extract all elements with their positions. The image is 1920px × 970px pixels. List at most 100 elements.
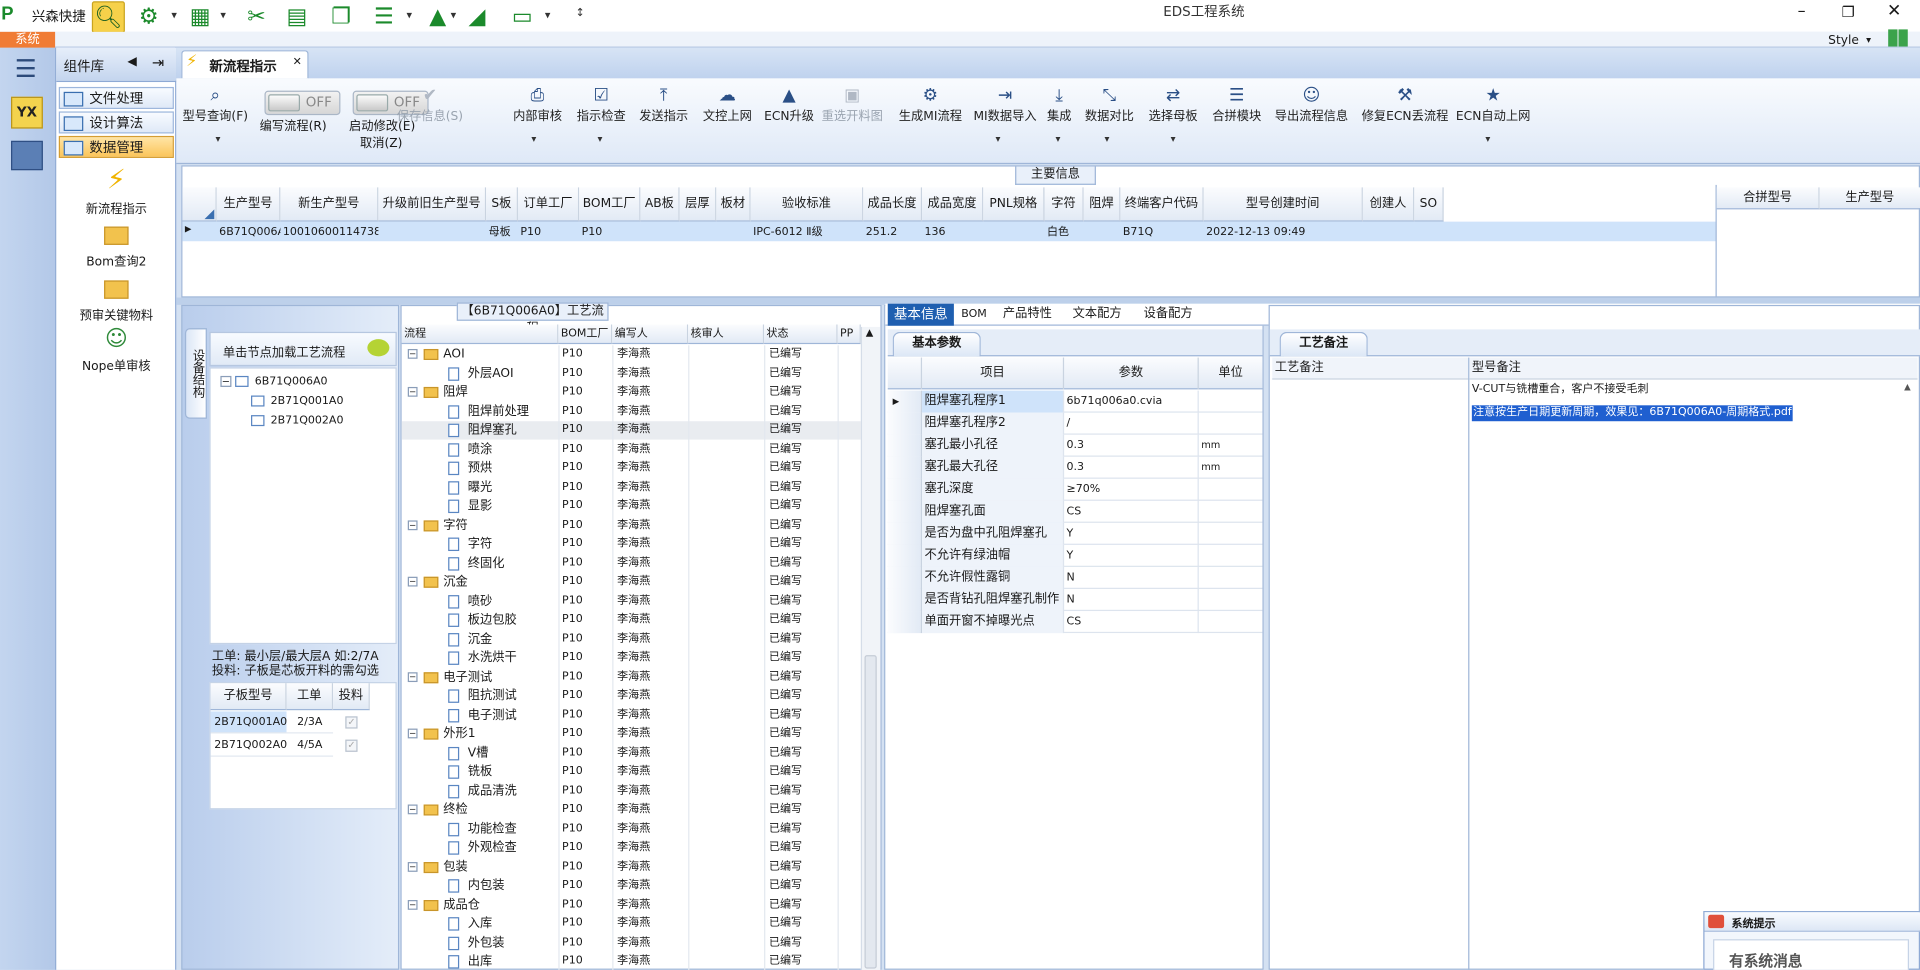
table-icon[interactable]: ▦ xyxy=(184,1,217,33)
table-row[interactable]: − 外形1 P10 李海燕 已编写 xyxy=(402,725,861,743)
column-header[interactable]: 子板型号 xyxy=(210,683,287,711)
module-preaudit-material[interactable]: 预审关键物料 xyxy=(56,276,176,323)
subboard-wo[interactable]: 2/3A xyxy=(286,711,334,734)
table-row[interactable]: − 终检 P10 李海燕 已编写 xyxy=(402,801,861,819)
module-bom-query[interactable]: Bom查询2 xyxy=(56,222,176,269)
select-mother-button[interactable]: ⇄ 选择母板 xyxy=(1149,86,1198,124)
table-row[interactable]: 外层AOI P10 李海燕 已编写 xyxy=(402,364,861,382)
collapse-icon[interactable]: − xyxy=(407,804,418,815)
table-row[interactable]: 外包装 P10 李海燕 已编写 xyxy=(402,934,861,952)
column-header[interactable]: 流程 xyxy=(401,324,559,345)
vertical-tab-structure[interactable]: 设备结构 xyxy=(184,328,207,419)
table-row[interactable]: 曝光 P10 李海燕 已编写 xyxy=(402,478,861,496)
table-cell[interactable]: B71Q xyxy=(1123,223,1204,243)
write-flow-toggle[interactable]: OFF xyxy=(264,90,341,116)
search-icon[interactable]: 🔍︎ xyxy=(91,1,125,34)
chevron-down-icon[interactable]: ▾ xyxy=(598,133,603,144)
param-row[interactable]: ▶ 阻焊塞孔程序1 6b71q006a0.cvia xyxy=(887,390,1263,413)
column-header[interactable]: 生产型号 xyxy=(216,187,281,222)
column-header[interactable]: PP xyxy=(837,324,861,345)
collapse-icon[interactable]: − xyxy=(407,348,418,359)
merge-header[interactable]: 合拼型号 xyxy=(1716,187,1820,210)
column-header[interactable]: 型号创建时间 xyxy=(1203,187,1363,222)
scissors-icon[interactable]: ✂ xyxy=(240,1,273,33)
table-row[interactable]: 功能检查 P10 李海燕 已编写 xyxy=(402,820,861,838)
chevron-down-icon[interactable]: ▾ xyxy=(407,10,413,22)
chevron-down-icon[interactable]: ▾ xyxy=(451,10,457,22)
calculator-icon[interactable] xyxy=(11,140,43,171)
ecn-upgrade-button[interactable]: ▲ ECN升级 xyxy=(764,86,814,124)
scroll-up-icon[interactable]: ▲ xyxy=(1904,382,1911,392)
compare-button[interactable]: ⤡ 数据对比 xyxy=(1085,86,1134,124)
column-header[interactable]: 板材 xyxy=(716,187,751,222)
column-header[interactable]: BOM工厂 xyxy=(558,324,613,345)
chevron-down-icon[interactable]: ▾ xyxy=(171,10,177,22)
collapse-icon[interactable]: − xyxy=(407,728,418,739)
column-header[interactable]: BOM工厂 xyxy=(579,187,641,222)
scroll-thumb[interactable] xyxy=(864,655,877,969)
collapse-icon[interactable]: − xyxy=(407,899,418,910)
table-row[interactable]: 终固化 P10 李海燕 已编写 xyxy=(402,554,861,572)
merge-header[interactable]: 生产型号 xyxy=(1819,187,1920,210)
table-row[interactable]: − 包装 P10 李海燕 已编写 xyxy=(402,858,861,876)
settings-icon[interactable]: ⚙ xyxy=(132,1,165,33)
param-value[interactable]: Y xyxy=(1064,522,1199,545)
scroll-up-icon[interactable]: ▲ xyxy=(866,327,874,338)
collapse-icon[interactable]: − xyxy=(407,519,418,530)
table-row[interactable]: 内包装 P10 李海燕 已编写 xyxy=(402,877,861,895)
subboard-wo[interactable]: 4/5A xyxy=(286,735,334,757)
tree-node[interactable]: 2B71Q002A0 xyxy=(251,408,343,431)
column-header[interactable]: 成品长度 xyxy=(863,187,923,222)
close-icon[interactable]: ✕ xyxy=(1887,1,1901,21)
param-row[interactable]: 单面开窗不掉曝光点 CS xyxy=(887,611,1263,634)
table-row[interactable]: − 沉金 P10 李海燕 已编写 xyxy=(402,573,861,591)
param-value[interactable]: ≥70% xyxy=(1064,478,1199,501)
tab-text-recipe[interactable]: 文本配方 xyxy=(1073,304,1122,326)
param-row[interactable]: 塞孔深度 ≥70% xyxy=(887,478,1263,501)
restore-icon[interactable]: ❐ xyxy=(1842,4,1855,21)
column-header[interactable]: 订单工厂 xyxy=(517,187,580,222)
feed-checkbox[interactable]: ✓ xyxy=(345,739,358,752)
feed-checkbox[interactable]: ✓ xyxy=(345,716,358,729)
table-cell[interactable]: 6B71Q006A0 xyxy=(219,223,280,243)
table-row[interactable]: 出库 P10 李海燕 已编写 xyxy=(402,953,861,970)
table-cell[interactable]: IPC-6012 Ⅱ级 xyxy=(753,223,863,243)
collapse-left-icon[interactable]: ◀ xyxy=(127,55,136,68)
column-header[interactable]: 工单 xyxy=(286,683,334,711)
column-header[interactable]: 层厚 xyxy=(679,187,717,222)
param-row[interactable]: 阻焊塞孔面 CS xyxy=(887,500,1263,523)
column-header[interactable]: 投料 xyxy=(333,683,370,711)
table-row[interactable]: 显影 P10 李海燕 已编写 xyxy=(402,497,861,515)
module-nope-audit[interactable]: ☺ Nope单审核 xyxy=(56,326,176,374)
cancel-button[interactable]: 取消(Z) xyxy=(360,132,402,150)
save-info-button[interactable]: ✔ 保存信息(S) xyxy=(397,86,463,124)
style-label[interactable]: Style xyxy=(1828,34,1859,47)
column-header[interactable]: 新生产型号 xyxy=(280,187,379,222)
copy-icon[interactable]: ❐ xyxy=(324,1,357,33)
param-row[interactable]: 是否背钻孔阻焊塞孔制作 N xyxy=(887,588,1263,612)
tab-new-flow[interactable]: ⚡ 新流程指示 ✕ xyxy=(181,50,309,79)
monitor-icon[interactable]: ▭ xyxy=(506,1,539,33)
param-value[interactable]: CS xyxy=(1064,500,1199,523)
overflow-icon[interactable]: ↕ xyxy=(576,7,585,19)
collapse-icon[interactable]: − xyxy=(407,576,418,587)
export-flow-button[interactable]: ☺ 导出流程信息 xyxy=(1275,86,1348,124)
collapse-icon[interactable]: − xyxy=(407,861,418,872)
table-row[interactable]: 阻焊前处理 P10 李海燕 已编写 xyxy=(402,402,861,420)
table-row[interactable]: − 电子测试 P10 李海燕 已编写 xyxy=(402,668,861,686)
column-header[interactable]: 参数 xyxy=(1064,357,1199,390)
column-header[interactable]: 编写人 xyxy=(612,324,689,345)
table-row[interactable]: 入库 P10 李海燕 已编写 xyxy=(402,915,861,933)
param-row[interactable]: 阻焊塞孔程序2/ xyxy=(887,412,1263,435)
table-cell[interactable]: 白色 xyxy=(1047,223,1084,243)
table-row[interactable]: − 成品仓 P10 李海燕 已编写 xyxy=(402,896,861,914)
table-row[interactable]: V槽 P10 李海燕 已编写 xyxy=(402,744,861,762)
column-header[interactable]: 成品宽度 xyxy=(922,187,984,222)
column-header[interactable]: 创建人 xyxy=(1362,187,1415,222)
table-row[interactable]: − AOI P10 李海燕 已编写 xyxy=(402,345,861,363)
pin-icon[interactable]: ⇥ xyxy=(152,54,164,71)
mi-import-button[interactable]: ⇥ MI数据导入 xyxy=(973,86,1036,124)
chevron-down-icon[interactable]: ▾ xyxy=(545,10,551,22)
param-row[interactable]: 不允许有绿油帽 Y xyxy=(887,544,1263,567)
column-header[interactable]: 核审人 xyxy=(688,324,765,345)
